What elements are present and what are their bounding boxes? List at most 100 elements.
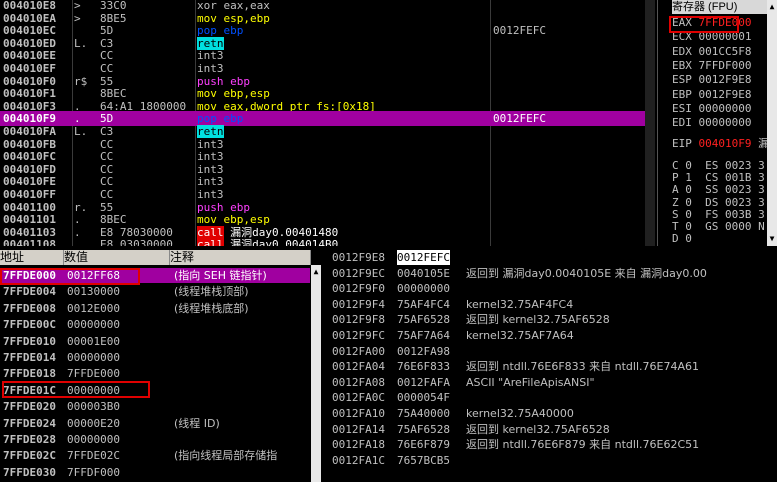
- register-value: 0012F9E8: [698, 73, 752, 87]
- dump-address: 7FFDE018: [3, 367, 56, 381]
- stack-row[interactable]: 0012FA04 76E6F833 返回到 ntdll.76E6F833 来自 nt…: [322, 359, 777, 374]
- dump-value: 7FFDE000: [67, 367, 120, 381]
- stack-address: 0012FA14: [332, 422, 385, 436]
- dump-comment: (指向线程局部存储指: [174, 449, 278, 463]
- stack-value: 75AF7A64: [397, 329, 450, 342]
- dump-row[interactable]: 7FFDE004 00130000 (线程堆栈顶部): [0, 284, 310, 299]
- dump-address: 7FFDE004: [3, 285, 56, 299]
- stack-row[interactable]: 0012F9FC 75AF7A64 kernel32.75AF7A64: [322, 328, 777, 343]
- stack-row[interactable]: 0012F9F4 75AF4FC4 kernel32.75AF4FC4: [322, 297, 777, 312]
- stack-value: 76E6F833: [397, 360, 450, 374]
- dump-row[interactable]: 7FFDE00C 00000000: [0, 317, 310, 332]
- instruction-text: call 漏洞day0.004014B0: [197, 237, 489, 246]
- stack-address: 0012F9EC: [332, 266, 385, 280]
- stack-address: 0012F9F0: [332, 282, 385, 296]
- stack-comment: kernel32.75AF7A64: [466, 329, 574, 342]
- stack-value: 75AF6528: [397, 313, 450, 327]
- register-row-esi[interactable]: ESI 00000000: [672, 101, 751, 116]
- disasm-row[interactable]: 00401108. E8 03030000 call 漏洞day0.004014B0: [0, 237, 655, 246]
- stack-address: 0012FA08: [332, 375, 385, 389]
- dump-row[interactable]: 7FFDE028 00000000: [0, 432, 310, 447]
- register-name: ESI: [672, 101, 692, 115]
- stack-comment: 返回到 ntdll.76E6F879 来自 ntdll.76E62C51: [466, 438, 700, 452]
- segment-value: E: [758, 244, 765, 246]
- disassembly-pane[interactable]: 004010E8 >33C0 xor eax,eax 004010EA >8BE5 mov…: [0, 0, 655, 246]
- register-row-esp[interactable]: ESP 0012F9E8: [672, 72, 751, 87]
- stack-row[interactable]: 0012FA1C 7657BCB5: [322, 453, 777, 468]
- stack-address: 0012FA18: [332, 438, 385, 452]
- dump-value: 7FFDE02C: [67, 449, 120, 463]
- register-row-eip[interactable]: EIP 004010F9 漏: [672, 136, 769, 151]
- stack-row[interactable]: 0012F9F8 75AF6528 返回到 kernel32.75AF6528: [322, 312, 777, 327]
- instruction-bytes: E8 03030000: [100, 238, 173, 246]
- stack-row[interactable]: 0012FA0C 0000054F: [322, 390, 777, 405]
- stack-address: 0012F9F4: [332, 297, 385, 311]
- dump-comment: (线程堆栈顶部): [174, 285, 249, 299]
- dump-address: 7FFDE008: [3, 301, 56, 315]
- dump-address: 7FFDE00C: [3, 318, 56, 332]
- scroll-down-icon[interactable]: ▼: [767, 234, 777, 244]
- stack-row[interactable]: 0012FA08 0012FAFA ASCII "AreFileApisANSI": [322, 375, 777, 390]
- dump-value: 00000000: [67, 433, 120, 446]
- dump-value: 00001E00: [67, 334, 120, 348]
- stack-row[interactable]: 0012F9F0 00000000: [322, 281, 777, 296]
- segment-tail: N: [758, 220, 765, 233]
- stack-address: 0012FA04: [332, 360, 385, 374]
- stack-row[interactable]: 0012F9EC 0040105E 返回到 漏洞day0.0040105E 来自 漏…: [322, 266, 777, 281]
- dump-row[interactable]: 7FFDE014 00000000: [0, 350, 310, 365]
- registers-title: 寄存器 (FPU): [672, 0, 777, 14]
- register-value: 0012F9E8: [698, 87, 752, 101]
- dump-row[interactable]: 7FFDE020 000003B0: [0, 399, 310, 414]
- stack-value: 75AF4FC4: [397, 297, 450, 311]
- dump-value: 00130000: [67, 285, 120, 299]
- registers-pane[interactable]: 寄存器 (FPU) EAX 7FFDE000 ECX 00000001 EDX 00…: [657, 0, 777, 246]
- dump-row[interactable]: 7FFDE024 00000E20 (线程 ID): [0, 416, 310, 431]
- scroll-up-icon[interactable]: ▲: [767, 2, 777, 12]
- register-value: 00000000: [698, 116, 752, 130]
- dump-row[interactable]: 7FFDE02C 7FFDE02C (指向线程局部存储指: [0, 448, 310, 463]
- stack-row[interactable]: 0012FA00 0012FA98: [322, 344, 777, 359]
- stack-value: 00000000: [397, 282, 450, 296]
- instruction-address: 00401108: [3, 238, 56, 246]
- stack-address: 0012F9E8: [332, 251, 385, 264]
- stack-value: 76E6F879: [397, 438, 450, 452]
- dump-header-value[interactable]: 数值: [64, 250, 170, 265]
- register-row-ebp[interactable]: EBP 0012F9E8: [672, 87, 751, 102]
- register-name: EBX: [672, 58, 692, 72]
- stack-row[interactable]: 0012FA10 75A40000 kernel32.75A40000: [322, 406, 777, 421]
- register-name: EBP: [672, 87, 692, 101]
- disasm-scrollbar[interactable]: [645, 0, 655, 246]
- register-row-edi[interactable]: EDI 00000000: [672, 115, 751, 130]
- stack-comment: 返回到 ntdll.76E6F833 来自 ntdll.76E74A61: [466, 360, 699, 374]
- dump-scrollbar[interactable]: [311, 265, 321, 482]
- segment-name: LastErr: [705, 244, 751, 246]
- stack-row[interactable]: 0012F9E8 0012FEFC: [322, 250, 777, 265]
- stack-address: 0012FA10: [332, 407, 385, 420]
- stack-value: 75A40000: [397, 407, 450, 420]
- register-row-edx[interactable]: EDX 001CC5F8: [672, 44, 751, 59]
- stack-comment: 返回到 漏洞day0.0040105E 来自 漏洞day0.00: [466, 266, 707, 280]
- scroll-up-icon[interactable]: ▲: [311, 267, 321, 277]
- register-name: EIP: [672, 137, 692, 150]
- stack-comment: kernel32.75AF4FC4: [466, 297, 574, 311]
- dump-row[interactable]: 7FFDE008 0012E000 (线程堆栈底部): [0, 301, 310, 316]
- dump-comment: (线程 ID): [174, 416, 220, 430]
- stack-value: 0012FAFA: [397, 375, 450, 389]
- stack-row[interactable]: 0012FA14 75AF6528 返回到 kernel32.75AF6528: [322, 422, 777, 437]
- dump-row[interactable]: 7FFDE010 00001E00: [0, 334, 310, 349]
- dump-header-address[interactable]: 地址: [0, 250, 64, 265]
- seh-row-highlight-box: [0, 268, 140, 285]
- segment-value: 0000: [725, 220, 752, 233]
- dump-address: 7FFDE010: [3, 334, 56, 348]
- stack-pane[interactable]: 0012F9E8 0012FEFC 0012F9EC 0040105E 返回到 漏洞da…: [322, 250, 777, 482]
- stack-comment: ASCII "AreFileApisANSI": [466, 375, 595, 389]
- flag-row[interactable]: O 0 LastErr E: [672, 243, 771, 246]
- register-value: 004010F9: [698, 137, 752, 150]
- stack-row[interactable]: 0012FA18 76E6F879 返回到 ntdll.76E6F879 来自 nt…: [322, 437, 777, 452]
- teb-self-highlight-box: [2, 381, 150, 398]
- dump-header-comment[interactable]: 注释: [170, 250, 311, 265]
- registers-scrollbar[interactable]: [767, 0, 777, 246]
- register-row-ebx[interactable]: EBX 7FFDF000: [672, 58, 751, 73]
- dump-row[interactable]: 7FFDE030 7FFDF000: [0, 465, 310, 480]
- dump-row[interactable]: 7FFDE018 7FFDE000: [0, 366, 310, 381]
